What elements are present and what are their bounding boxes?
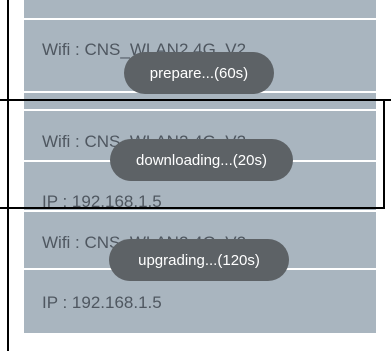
frame-divider bbox=[0, 207, 385, 209]
panel-downloading: Wifi : CNS_WLAN2.4G_V2 IP : 192.168.1.5 … bbox=[0, 101, 391, 207]
frame-divider bbox=[0, 99, 391, 101]
panel-upgrading: Wifi : CNS_WLAN2.4G_V2 IP : 192.168.1.5 … bbox=[0, 209, 391, 351]
ip-label: IP : 192.168.1.5 bbox=[42, 293, 162, 312]
frame-border-left bbox=[7, 0, 9, 351]
panel-prepare: Wifi : CNS_WLAN2.4G_V2 prepare...(60s) bbox=[0, 0, 391, 99]
card-divider bbox=[24, 210, 376, 212]
status-toast: downloading...(20s) bbox=[110, 139, 293, 181]
frame-border-right bbox=[383, 99, 385, 209]
card-divider bbox=[24, 18, 376, 20]
status-toast: upgrading...(120s) bbox=[109, 239, 289, 281]
status-toast: prepare...(60s) bbox=[124, 52, 274, 94]
ip-label: IP : 192.168.1.5 bbox=[42, 192, 162, 207]
screenshot-root: { "panels": [ { "wifi_label": "Wifi : CN… bbox=[0, 0, 391, 351]
card-divider bbox=[24, 109, 376, 111]
